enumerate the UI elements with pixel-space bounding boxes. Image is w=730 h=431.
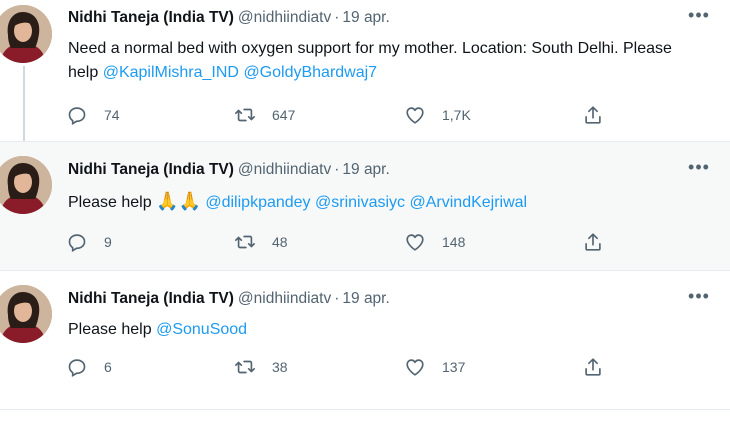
tweet-text: Please help @SonuSood	[68, 318, 688, 342]
like-count: 137	[442, 359, 466, 375]
tweet[interactable]: Nidhi Taneja (India TV) @nidhiindiatv · 19 …	[0, 270, 730, 394]
mention-link[interactable]: @KapilMishra_IND	[103, 64, 239, 81]
retweet-icon	[234, 104, 256, 126]
reply-button[interactable]: 74	[66, 102, 120, 128]
share-icon	[582, 104, 604, 126]
retweet-count: 38	[272, 359, 288, 375]
reply-count: 9	[104, 234, 112, 250]
like-button[interactable]: 1,7K	[404, 102, 471, 128]
like-button[interactable]: 148	[404, 229, 465, 255]
like-count: 1,7K	[442, 107, 471, 123]
separator: ·	[334, 9, 340, 26]
tweet-header: Nidhi Taneja (India TV) @nidhiindiatv · 19 …	[68, 161, 390, 179]
mention-link[interactable]: @dilipkpandey	[205, 194, 310, 211]
tweet-date[interactable]: 19 apr.	[342, 161, 389, 178]
more-dots-icon[interactable]: •••	[688, 287, 710, 309]
tweet-header: Nidhi Taneja (India TV) @nidhiindiatv · 19 …	[68, 290, 390, 308]
avatar[interactable]	[0, 285, 52, 343]
timeline-footer	[0, 409, 730, 431]
tweet-header: Nidhi Taneja (India TV) @nidhiindiatv · 19 …	[68, 9, 390, 27]
avatar[interactable]	[0, 156, 52, 214]
tweet-text: Please help 🙏🙏 @dilipkpandey @srinivasiy…	[68, 189, 688, 215]
share-icon	[582, 231, 604, 253]
retweet-count: 48	[272, 234, 288, 250]
share-button[interactable]	[582, 354, 604, 380]
tweet-actions: 9 48 148	[66, 229, 626, 255]
tweet[interactable]: Nidhi Taneja (India TV) @nidhiindiatv · 19 …	[0, 141, 730, 271]
share-button[interactable]	[582, 102, 604, 128]
tweet[interactable]: Nidhi Taneja (India TV) @nidhiindiatv · 19 …	[0, 0, 730, 141]
pray-emoji: 🙏🙏	[156, 191, 201, 211]
tweet-text: Need a normal bed with oxygen support fo…	[68, 37, 688, 85]
mention-link[interactable]: @GoldyBhardwaj7	[243, 64, 377, 81]
separator: ·	[334, 161, 340, 178]
tweet-actions: 74 647 1,7K	[66, 102, 626, 128]
tweet-body: Please help	[68, 321, 152, 338]
tweet-date[interactable]: 19 apr.	[342, 9, 389, 26]
reply-icon	[66, 104, 88, 126]
tweet-body: Please help	[68, 194, 152, 211]
heart-icon	[404, 356, 426, 378]
more-dots-icon[interactable]: •••	[688, 6, 710, 28]
share-button[interactable]	[582, 229, 604, 255]
retweet-button[interactable]: 647	[234, 102, 295, 128]
reply-count: 74	[104, 107, 120, 123]
reply-button[interactable]: 6	[66, 354, 112, 380]
tweet-date[interactable]: 19 apr.	[342, 290, 389, 307]
share-icon	[582, 356, 604, 378]
like-button[interactable]: 137	[404, 354, 465, 380]
mention-link[interactable]: @srinivasiyc	[315, 194, 405, 211]
reply-icon	[66, 231, 88, 253]
avatar[interactable]	[0, 5, 52, 63]
mention-link[interactable]: @SonuSood	[156, 321, 247, 338]
reply-button[interactable]: 9	[66, 229, 112, 255]
author-name[interactable]: Nidhi Taneja (India TV)	[68, 290, 234, 307]
retweet-icon	[234, 356, 256, 378]
separator: ·	[334, 290, 340, 307]
more-dots-icon[interactable]: •••	[688, 158, 710, 180]
retweet-count: 647	[272, 107, 296, 123]
retweet-button[interactable]: 38	[234, 354, 288, 380]
retweet-button[interactable]: 48	[234, 229, 288, 255]
heart-icon	[404, 231, 426, 253]
heart-icon	[404, 104, 426, 126]
like-count: 148	[442, 234, 466, 250]
mention-link[interactable]: @ArvindKejriwal	[410, 194, 528, 211]
author-handle[interactable]: @nidhiindiatv	[238, 290, 331, 307]
reply-icon	[66, 356, 88, 378]
author-name[interactable]: Nidhi Taneja (India TV)	[68, 9, 234, 26]
tweet-actions: 6 38 137	[66, 354, 626, 380]
author-handle[interactable]: @nidhiindiatv	[238, 9, 331, 26]
reply-count: 6	[104, 359, 112, 375]
author-handle[interactable]: @nidhiindiatv	[238, 161, 331, 178]
thread-line	[23, 66, 25, 141]
retweet-icon	[234, 231, 256, 253]
author-name[interactable]: Nidhi Taneja (India TV)	[68, 161, 234, 178]
